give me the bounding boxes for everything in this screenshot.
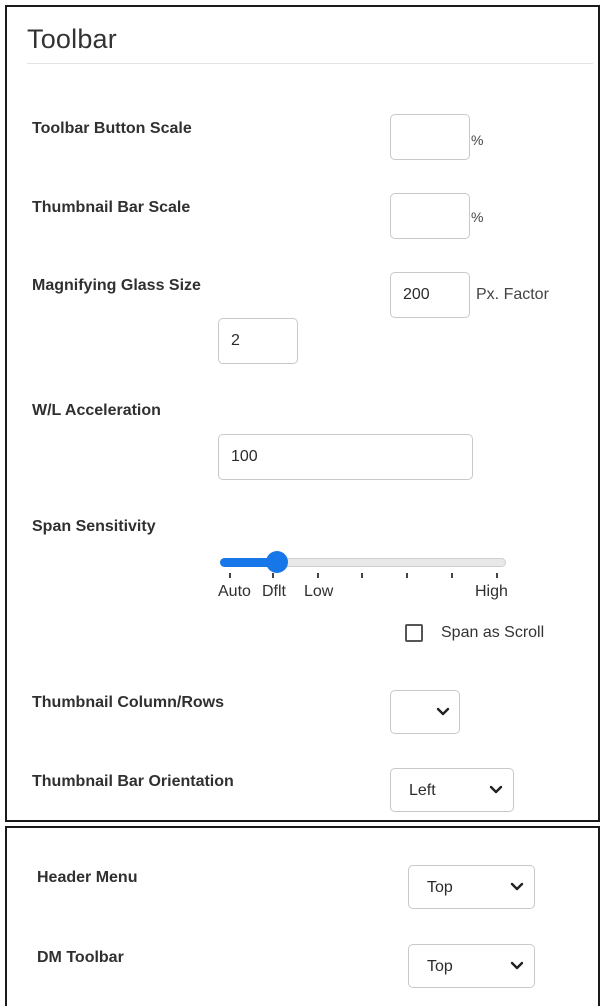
- thumbnail-column-rows-label: Thumbnail Column/Rows: [32, 694, 224, 711]
- wl-acceleration-input[interactable]: 100: [218, 434, 473, 480]
- slider-tick: [361, 573, 363, 578]
- thumbnail-bar-scale-input[interactable]: [390, 193, 470, 239]
- tick-label-high: High: [475, 583, 508, 600]
- chevron-down-icon: [510, 882, 524, 891]
- dm-toolbar-value: Top: [427, 958, 453, 975]
- dm-toolbar-label: DM Toolbar: [37, 949, 124, 966]
- chevron-down-icon: [436, 707, 450, 716]
- chevron-down-icon: [510, 961, 524, 970]
- header-menu-value: Top: [427, 879, 453, 896]
- slider-tick: [229, 573, 231, 578]
- magnifying-glass-size-label: Magnifying Glass Size: [32, 277, 201, 294]
- header-menu-select[interactable]: Top: [408, 865, 535, 909]
- magnifying-glass-size-input[interactable]: 200: [390, 272, 470, 318]
- span-as-scroll-label: Span as Scroll: [441, 624, 545, 641]
- thumbnail-bar-scale-unit: %: [471, 209, 484, 225]
- slider-tick: [317, 573, 319, 578]
- dm-toolbar-select[interactable]: Top: [408, 944, 535, 988]
- header-menu-label: Header Menu: [37, 869, 138, 886]
- chevron-down-icon: [489, 785, 503, 794]
- slider-tick: [451, 573, 453, 578]
- wl-acceleration-label: W/L Acceleration: [32, 402, 161, 419]
- tick-label-dflt: Dflt: [262, 583, 286, 600]
- tick-label-low: Low: [304, 583, 334, 600]
- thumbnail-bar-orientation-label: Thumbnail Bar Orientation: [32, 773, 234, 790]
- section-title: Toolbar: [27, 24, 117, 54]
- magnifying-glass-unit: Px. Factor: [476, 286, 549, 303]
- slider-tick: [406, 573, 408, 578]
- span-as-scroll-checkbox[interactable]: [405, 624, 423, 642]
- toolbar-button-scale-unit: %: [471, 132, 484, 148]
- toolbar-button-scale-label: Toolbar Button Scale: [32, 120, 192, 137]
- title-divider: [27, 63, 593, 64]
- tick-label-auto: Auto: [218, 583, 251, 600]
- thumbnail-column-rows-select[interactable]: [390, 690, 460, 734]
- magnifying-factor-input[interactable]: 2: [218, 318, 298, 364]
- thumbnail-bar-orientation-select[interactable]: Left: [390, 768, 514, 812]
- slider-tick: [272, 573, 274, 578]
- thumbnail-bar-scale-label: Thumbnail Bar Scale: [32, 199, 191, 216]
- toolbar-button-scale-input[interactable]: [390, 114, 470, 160]
- thumbnail-bar-orientation-value: Left: [409, 782, 436, 799]
- span-sensitivity-label: Span Sensitivity: [32, 518, 156, 535]
- slider-tick: [496, 573, 498, 578]
